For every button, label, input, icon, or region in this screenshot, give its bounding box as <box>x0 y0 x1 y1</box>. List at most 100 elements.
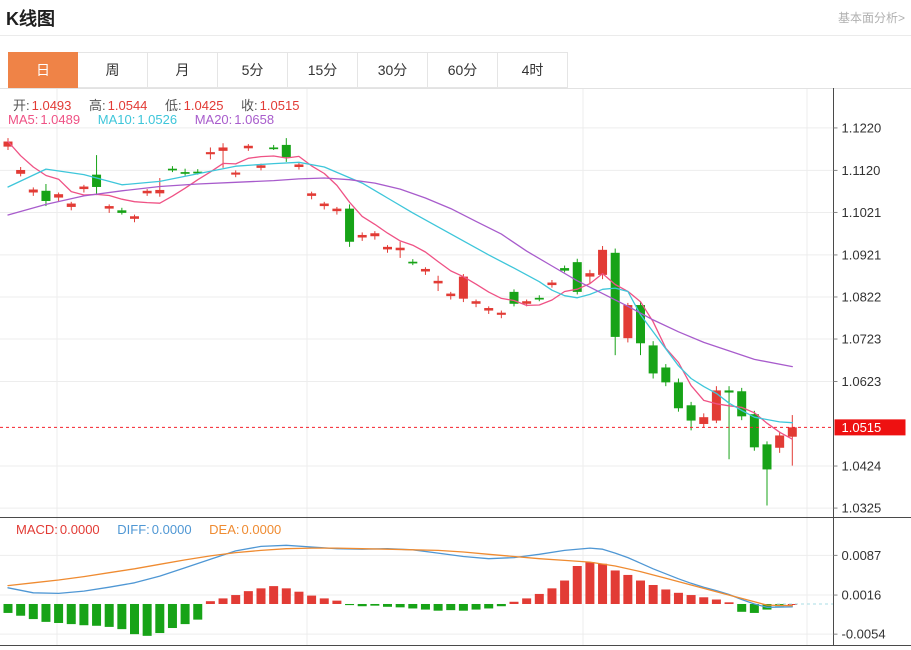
macd-hist-bar <box>320 598 329 604</box>
macd-hist-bar <box>737 604 746 612</box>
candle-body <box>181 172 190 174</box>
macd-hist-bar <box>168 604 177 628</box>
macd-hist-bar <box>345 604 354 605</box>
tab-4hour[interactable]: 4时 <box>498 52 568 88</box>
tab-60min[interactable]: 60分 <box>428 52 498 88</box>
candle-body <box>130 216 139 219</box>
macd-hist-bar <box>484 604 493 608</box>
candle-body <box>522 301 531 304</box>
macd-hist-bar <box>636 581 645 604</box>
candle-body <box>775 435 784 447</box>
macd-hist-bar <box>16 604 25 616</box>
candle-body <box>535 298 544 300</box>
macd-hist-bar <box>510 602 519 604</box>
ma20-line <box>8 178 792 367</box>
candle-body <box>421 269 430 272</box>
macd-axis-label: 0.0087 <box>842 548 882 563</box>
macd-hist-bar <box>421 604 430 610</box>
candle-body <box>269 147 278 149</box>
macd-hist-bar <box>92 604 101 626</box>
candle-body <box>219 147 228 150</box>
tab-5min[interactable]: 5分 <box>218 52 288 88</box>
price-axis-label: 1.1120 <box>842 163 881 178</box>
candle-body <box>294 164 303 167</box>
kline-chart[interactable]: 1.12201.11201.10211.09211.08221.07231.06… <box>0 88 911 650</box>
macd-hist-bar <box>547 588 556 604</box>
tab-30min[interactable]: 30分 <box>358 52 428 88</box>
macd-hist-bar <box>219 598 228 604</box>
last-price-badge-text: 1.0515 <box>842 420 882 435</box>
macd-hist-bar <box>370 604 379 606</box>
macd-axis-label: -0.0054 <box>842 627 886 642</box>
price-axis-label: 1.0623 <box>842 374 882 389</box>
candle-body <box>484 308 493 311</box>
price-axis-label: 1.0325 <box>842 501 882 516</box>
candle-body <box>547 283 556 286</box>
tab-week[interactable]: 周 <box>78 52 148 88</box>
macd-hist-bar <box>674 593 683 604</box>
macd-hist-bar <box>282 588 291 604</box>
macd-hist-bar <box>649 585 658 604</box>
macd-hist-bar <box>598 564 607 604</box>
candle-body <box>54 194 63 197</box>
macd-hist-bar <box>446 604 455 610</box>
macd-hist-bar <box>396 604 405 607</box>
candle-body <box>396 248 405 251</box>
candle-body <box>79 187 88 190</box>
candle-body <box>611 253 620 337</box>
fundamental-analysis-link[interactable]: 基本面分析> <box>838 9 905 26</box>
macd-hist-bar <box>383 604 392 607</box>
candle-body <box>497 313 506 315</box>
macd-hist-bar <box>41 604 50 622</box>
macd-hist-bar <box>560 581 569 604</box>
candle-body <box>29 190 38 193</box>
macd-hist-bar <box>725 602 734 604</box>
macd-hist-bar <box>699 597 708 604</box>
tab-15min[interactable]: 15分 <box>288 52 358 88</box>
candle-body <box>459 277 468 299</box>
macd-hist-bar <box>332 601 341 604</box>
macd-hist-bar <box>294 592 303 604</box>
candle-body <box>383 247 392 250</box>
macd-hist-bar <box>687 595 696 604</box>
macd-hist-bar <box>231 595 240 604</box>
price-axis-label: 1.0822 <box>842 289 882 304</box>
page-header: K线图 基本面分析> <box>0 0 911 36</box>
candle-body <box>725 390 734 392</box>
tab-month[interactable]: 月 <box>148 52 218 88</box>
candle-body <box>472 301 481 304</box>
candle-body <box>358 235 367 238</box>
macd-hist-bar <box>611 570 620 604</box>
candle-body <box>585 273 594 276</box>
period-tab-bar: 日 周 月 5分 15分 30分 60分 4时 <box>8 52 568 88</box>
candle-body <box>105 206 114 209</box>
macd-hist-bar <box>585 562 594 604</box>
macd-hist-bar <box>67 604 76 624</box>
macd-hist-bar <box>4 604 13 613</box>
macd-hist-bar <box>434 604 443 611</box>
candle-body <box>16 170 25 174</box>
macd-hist-bar <box>573 566 582 604</box>
candle-body <box>345 209 354 242</box>
candle-body <box>434 281 443 284</box>
macd-hist-bar <box>244 591 253 604</box>
macd-hist-bar <box>358 604 367 606</box>
candle-body <box>41 191 50 201</box>
candle-body <box>788 427 797 436</box>
tab-day[interactable]: 日 <box>8 52 78 88</box>
macd-hist-bar <box>54 604 63 623</box>
candle-body <box>623 305 632 338</box>
candle-body <box>155 190 164 193</box>
kline-chart-canvas[interactable]: 1.12201.11201.10211.09211.08221.07231.06… <box>0 88 911 650</box>
candle-body <box>307 193 316 196</box>
macd-hist-bar <box>130 604 139 634</box>
candle-body <box>408 262 417 264</box>
macd-hist-bar <box>105 604 114 627</box>
macd-hist-bar <box>661 589 670 604</box>
macd-hist-bar <box>623 575 632 604</box>
candle-body <box>687 405 696 420</box>
candle-body <box>320 204 329 207</box>
macd-hist-bar <box>29 604 38 619</box>
price-axis-label: 1.1021 <box>842 205 882 220</box>
candle-body <box>763 444 772 469</box>
